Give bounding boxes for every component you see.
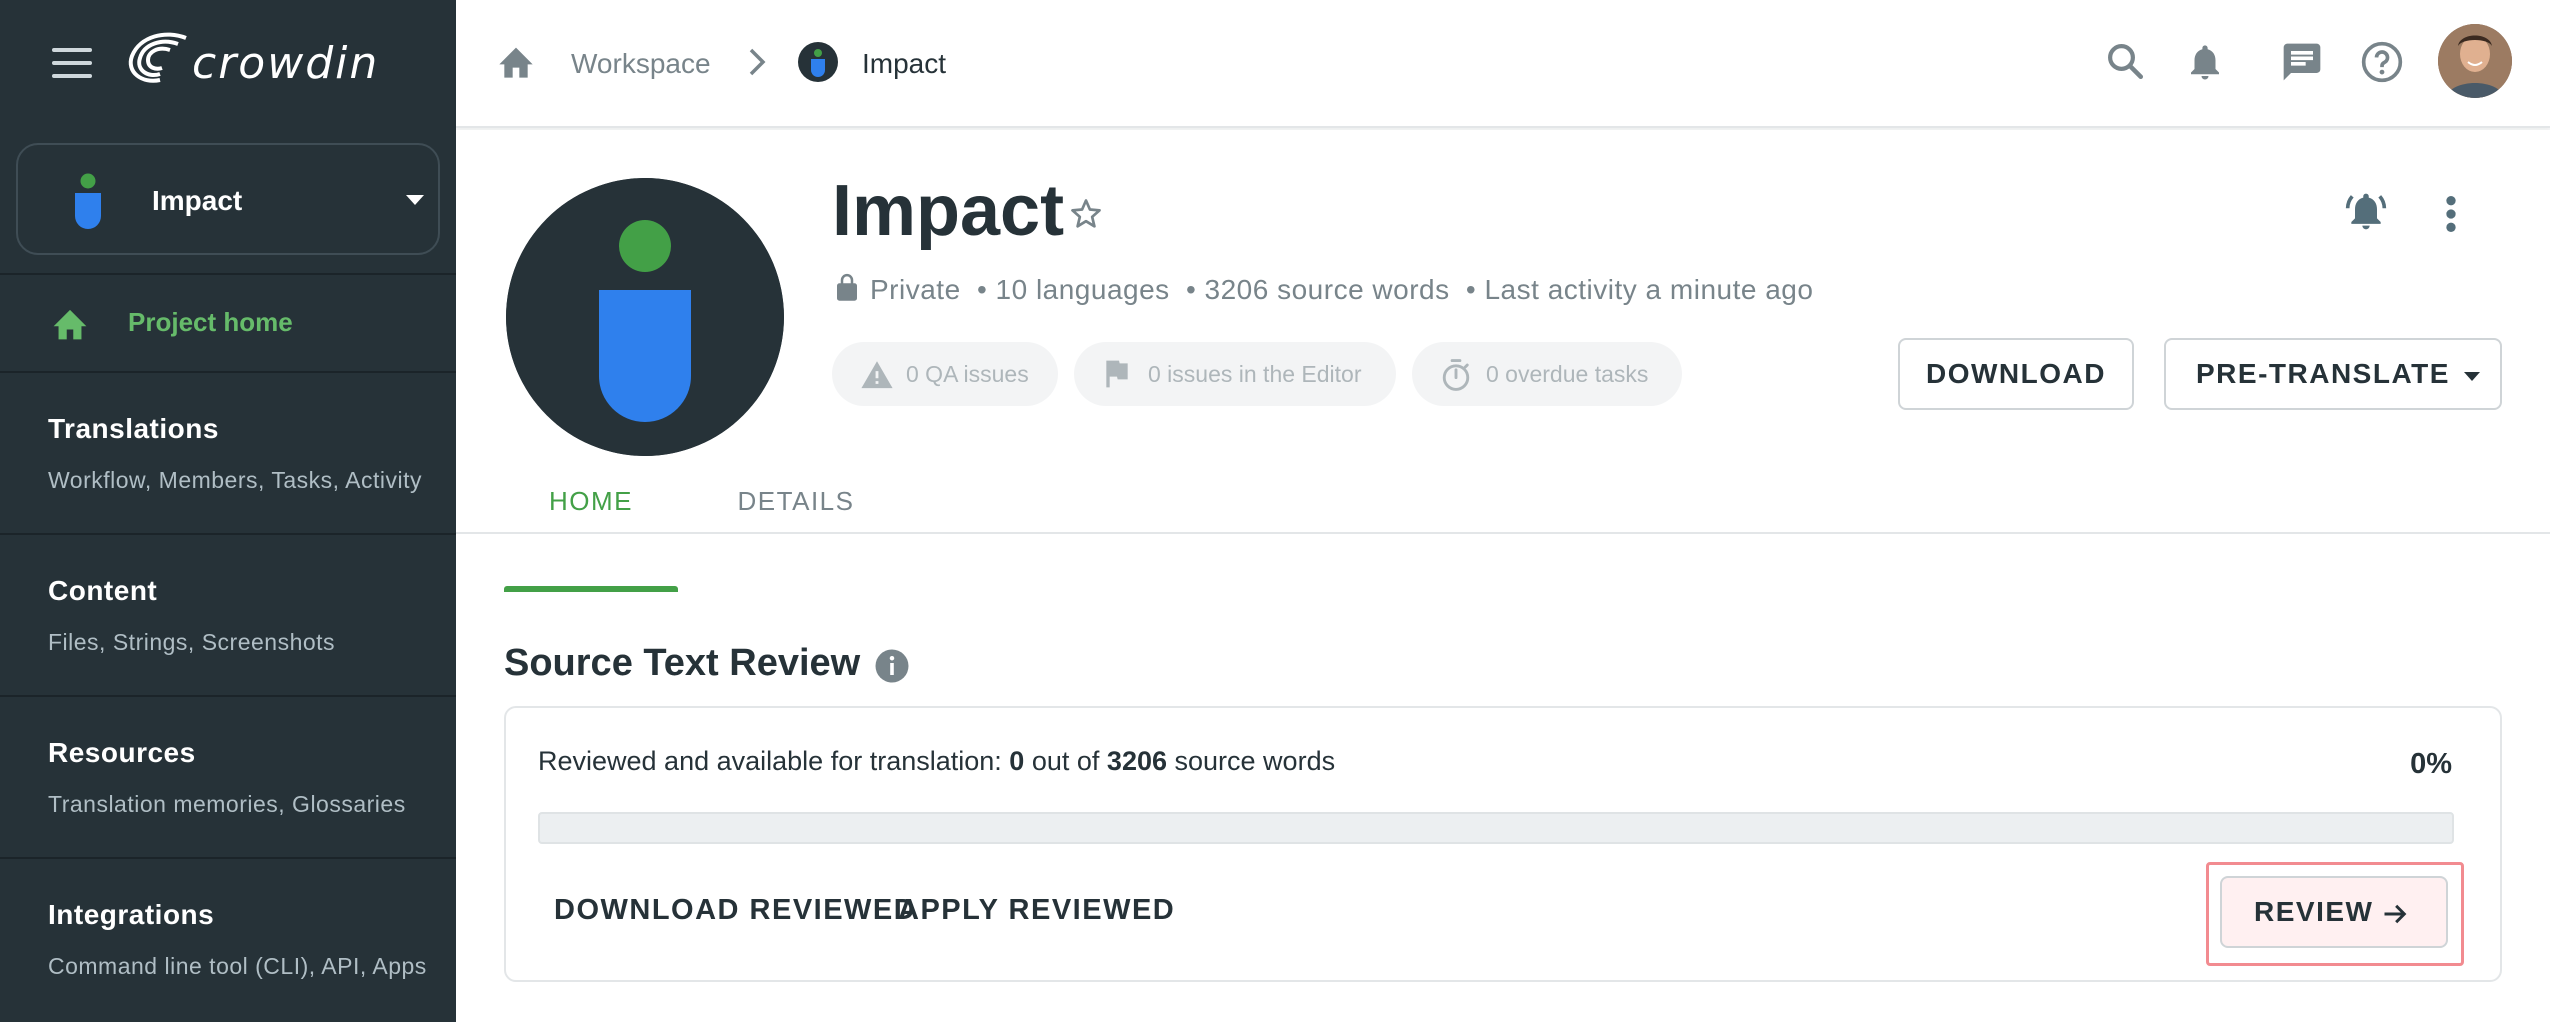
crowdin-logo[interactable]: crowdin beta xyxy=(126,30,549,92)
sidebar-item-translations[interactable]: Translations Workflow, Members, Tasks, A… xyxy=(0,373,456,533)
sidebar-item-integrations[interactable]: Integrations Command line tool (CLI), AP… xyxy=(0,859,456,1019)
review-button-label: REVIEW xyxy=(2254,896,2374,927)
pre-translate-button[interactable]: PRE-TRANSLATE xyxy=(2164,338,2502,410)
more-vertical-icon[interactable] xyxy=(2444,194,2458,234)
sidebar-item-title: Resources xyxy=(48,737,196,768)
review-percent: 0% xyxy=(2410,748,2452,780)
languages-count[interactable]: • 10 languages xyxy=(977,274,1170,305)
bell-icon[interactable] xyxy=(2184,40,2226,84)
overdue-tasks-label: 0 overdue tasks xyxy=(1486,361,1649,387)
flag-icon xyxy=(1106,360,1128,388)
notifications-ringing-icon[interactable] xyxy=(2344,188,2388,234)
home-icon xyxy=(53,309,87,340)
tab-details[interactable]: DETAILS xyxy=(696,470,896,532)
review-progress-bar xyxy=(538,812,2454,844)
visibility-label: Private xyxy=(870,274,961,305)
tab-bar: HOME DETAILS xyxy=(456,470,2550,534)
sidebar-item-content[interactable]: Content Files, Strings, Screenshots xyxy=(0,535,456,695)
section-title: Source Text Review xyxy=(504,642,861,684)
crowdin-bird-icon xyxy=(128,32,187,83)
project-logo-icon xyxy=(798,42,838,82)
project-meta: Private • 10 languages • 3206 source wor… xyxy=(834,272,1821,306)
sidebar-item-title: Translations xyxy=(48,413,219,444)
user-avatar-image xyxy=(2438,24,2512,98)
total-words-count: 3206 xyxy=(1106,746,1167,776)
avatar[interactable] xyxy=(2438,24,2512,98)
breadcrumb-workspace[interactable]: Workspace xyxy=(571,48,711,80)
editor-issues-label: 0 issues in the Editor xyxy=(1148,361,1362,387)
sidebar-item-subtitle: Workflow, Members, Tasks, Activity xyxy=(48,467,423,493)
sidebar-item-title: Integrations xyxy=(48,899,215,930)
pre-translate-label: PRE-TRANSLATE xyxy=(2196,358,2450,389)
sidebar-item-subtitle: Translation memories, Glossaries xyxy=(48,791,406,817)
source-review-card: Reviewed and available for translation: … xyxy=(504,706,2502,982)
timer-icon xyxy=(1442,359,1470,391)
info-icon[interactable] xyxy=(874,648,910,684)
review-summary: Reviewed and available for translation: … xyxy=(538,746,1335,777)
warning-icon xyxy=(861,361,893,389)
sidebar-header: crowdin beta xyxy=(0,0,549,128)
active-tab-indicator xyxy=(504,586,678,592)
review-text-suffix: source words xyxy=(1174,746,1336,776)
source-words-count: • 3206 source words xyxy=(1185,274,1450,305)
project-logo xyxy=(506,178,784,456)
sidebar-item-resources[interactable]: Resources Translation memories, Glossari… xyxy=(0,697,456,857)
project-selector[interactable]: Impact xyxy=(16,143,440,255)
sidebar-item-subtitle: Command line tool (CLI), API, Apps xyxy=(48,953,427,979)
sidebar-item-title: Content xyxy=(48,575,158,606)
help-icon[interactable] xyxy=(2360,40,2404,84)
last-activity[interactable]: • Last activity a minute ago xyxy=(1466,274,1814,305)
chat-icon[interactable] xyxy=(2280,40,2324,84)
chevron-down-icon xyxy=(2464,372,2480,381)
chevron-down-icon xyxy=(406,195,424,205)
review-text-out-of: out of xyxy=(1031,746,1100,776)
search-icon[interactable] xyxy=(2104,40,2146,82)
sidebar: crowdin beta Impact Project home Transla… xyxy=(0,0,549,1022)
project-page: Impact Private • 10 languages • 3206 sou… xyxy=(456,130,2550,1022)
editor-issues-chip[interactable]: 0 issues in the Editor xyxy=(1074,342,1396,406)
tab-home[interactable]: HOME xyxy=(504,470,678,532)
project-logo-icon xyxy=(75,173,101,229)
sidebar-item-subtitle: Files, Strings, Screenshots xyxy=(48,629,336,655)
chevron-right-icon xyxy=(749,48,766,76)
sidebar-item-label: Project home xyxy=(128,307,293,337)
review-button[interactable]: REVIEW xyxy=(2220,876,2448,948)
lock-icon xyxy=(837,273,857,301)
menu-icon[interactable] xyxy=(52,48,92,80)
project-selector-name: Impact xyxy=(152,185,243,216)
overdue-tasks-chip[interactable]: 0 overdue tasks xyxy=(1412,342,1682,406)
apply-reviewed-button[interactable]: APPLY REVIEWED xyxy=(898,894,1175,927)
review-text-prefix: Reviewed and available for translation: xyxy=(538,746,1002,776)
top-bar: Workspace Impact xyxy=(456,0,2550,128)
page-title: Impact xyxy=(832,171,1065,251)
qa-issues-chip[interactable]: 0 QA issues xyxy=(832,342,1058,406)
logo-wordmark: crowdin xyxy=(192,38,380,89)
breadcrumb-current: Impact xyxy=(862,48,947,79)
star-icon[interactable] xyxy=(1068,196,1104,232)
reviewed-count: 0 xyxy=(1009,746,1025,776)
sidebar-item-project-home[interactable]: Project home xyxy=(0,277,456,369)
home-icon[interactable] xyxy=(496,42,536,80)
download-reviewed-button[interactable]: DOWNLOAD REVIEWED xyxy=(554,894,916,927)
download-button[interactable]: DOWNLOAD xyxy=(1898,338,2134,410)
arrow-right-icon xyxy=(2384,904,2407,924)
qa-issues-label: 0 QA issues xyxy=(906,361,1029,387)
divider xyxy=(0,273,456,275)
